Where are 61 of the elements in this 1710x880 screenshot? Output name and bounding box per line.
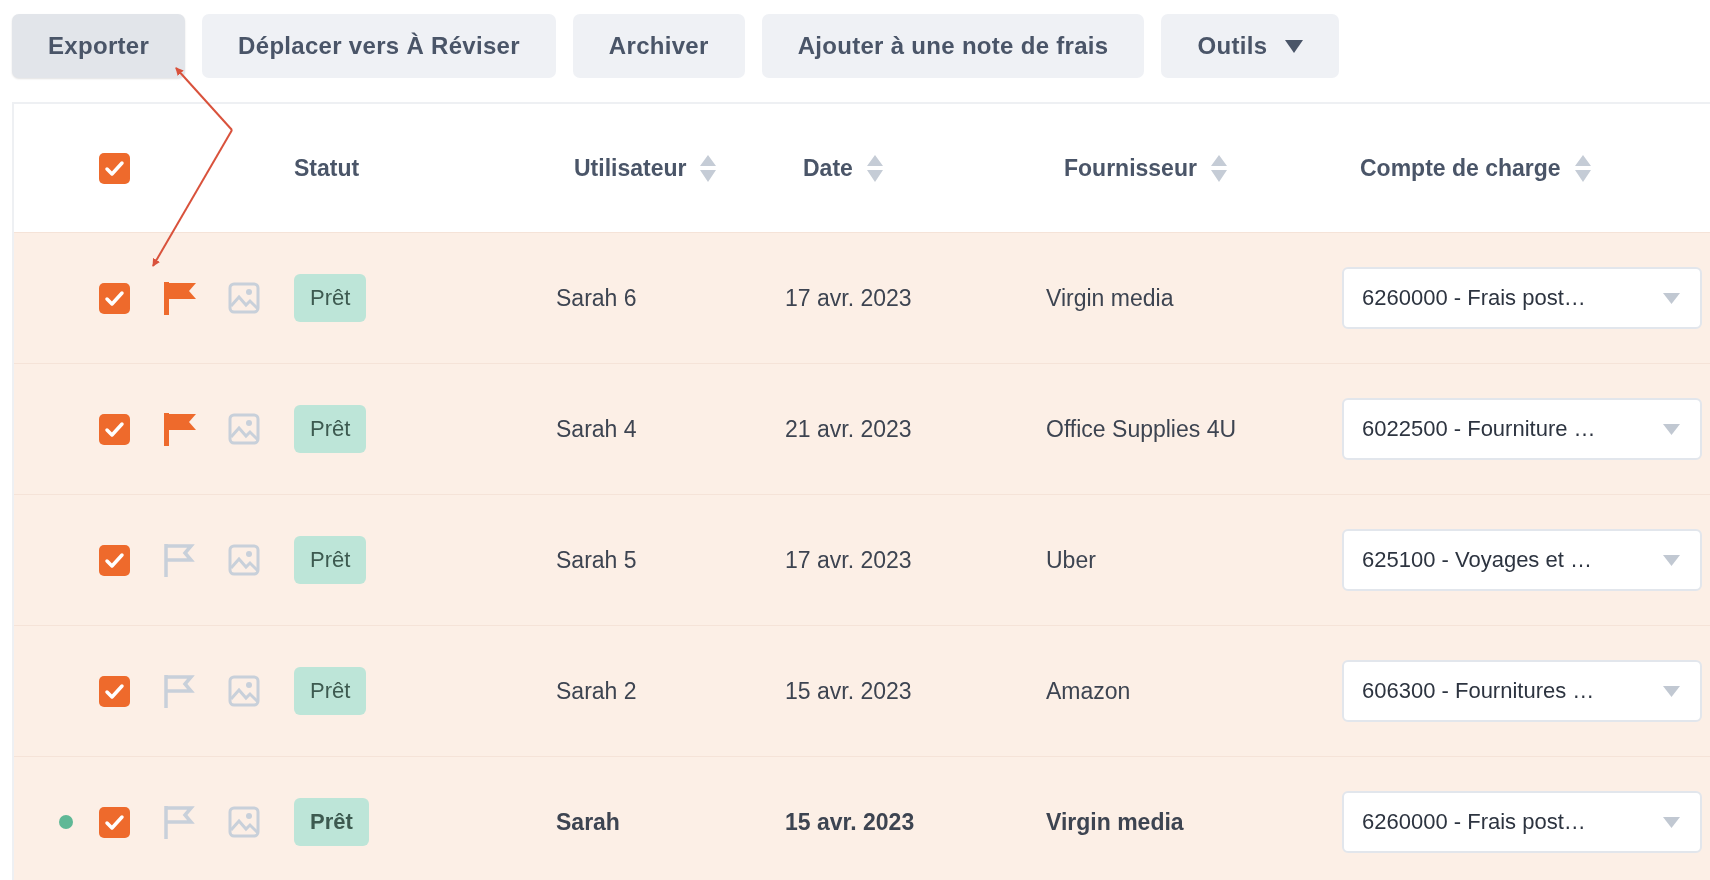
toolbar-button[interactable]: Exporter [12,14,186,78]
user-name: Sarah 2 [556,677,637,705]
checkbox[interactable] [99,152,130,184]
user-name: Sarah 5 [556,546,637,574]
date-text: 17 avr. 2023 [785,546,912,574]
caret-icon [1663,554,1680,566]
user-name: Sarah 6 [556,284,637,312]
image-icon[interactable] [228,675,260,707]
flag-icon[interactable] [164,805,196,839]
date-text: 21 avr. 2023 [785,415,912,443]
account-select[interactable]: 6022500 - Fourniture … [1342,398,1702,460]
date-text: 15 avr. 2023 [785,677,912,705]
toolbar-button[interactable]: Outils [1161,14,1340,78]
toolbar-button[interactable]: Déplacer vers À Réviser [202,14,556,78]
checkbox[interactable] [99,544,130,576]
caret-icon [1663,292,1680,304]
account-select[interactable]: 6260000 - Frais post… [1342,791,1702,853]
toolbar-button[interactable]: Archiver [572,14,745,78]
sort-icon[interactable] [1574,154,1591,182]
supplier-name: Office Supplies 4U [1046,415,1237,443]
status-badge: Prêt [294,405,367,453]
column-header[interactable]: Date [803,154,853,182]
checkbox[interactable] [99,413,130,445]
image-icon[interactable] [228,413,260,445]
flag-icon[interactable] [164,281,196,315]
account-select[interactable]: 606300 - Fournitures … [1342,660,1702,722]
checkbox[interactable] [99,282,130,314]
sort-icon[interactable] [700,154,717,182]
user-name: Sarah [556,808,620,836]
supplier-name: Virgin media [1046,284,1174,312]
supplier-name: Amazon [1046,677,1131,705]
date-text: 15 avr. 2023 [785,808,915,836]
column-header[interactable]: Compte de charge [1360,154,1561,182]
image-icon[interactable] [228,282,260,314]
caret-icon [1663,423,1680,435]
flag-icon[interactable] [164,674,196,708]
status-badge: Prêt [294,536,367,584]
date-text: 17 avr. 2023 [785,284,912,312]
supplier-name: Uber [1046,546,1096,574]
column-header: Statut [294,154,360,182]
column-header[interactable]: Fournisseur [1064,154,1197,182]
checkbox[interactable] [99,806,130,838]
status-badge: Prêt [294,274,367,322]
supplier-name: Virgin media [1046,808,1184,836]
user-name: Sarah 4 [556,415,637,443]
column-header[interactable]: Utilisateur [574,154,687,182]
flag-icon[interactable] [164,543,196,577]
sort-icon[interactable] [866,154,883,182]
account-select[interactable]: 6260000 - Frais post… [1342,267,1702,329]
caret-icon [1663,685,1680,697]
status-badge: Prêt [294,667,367,715]
checkbox[interactable] [99,675,130,707]
status-badge: Prêt [294,798,369,846]
flag-icon[interactable] [164,412,196,446]
account-select[interactable]: 625100 - Voyages et … [1342,529,1702,591]
caret-icon [1663,816,1680,828]
image-icon[interactable] [228,806,260,838]
image-icon[interactable] [228,544,260,576]
toolbar-button[interactable]: Ajouter à une note de frais [761,14,1145,78]
sort-icon[interactable] [1210,154,1227,182]
caret-icon [1285,39,1304,53]
